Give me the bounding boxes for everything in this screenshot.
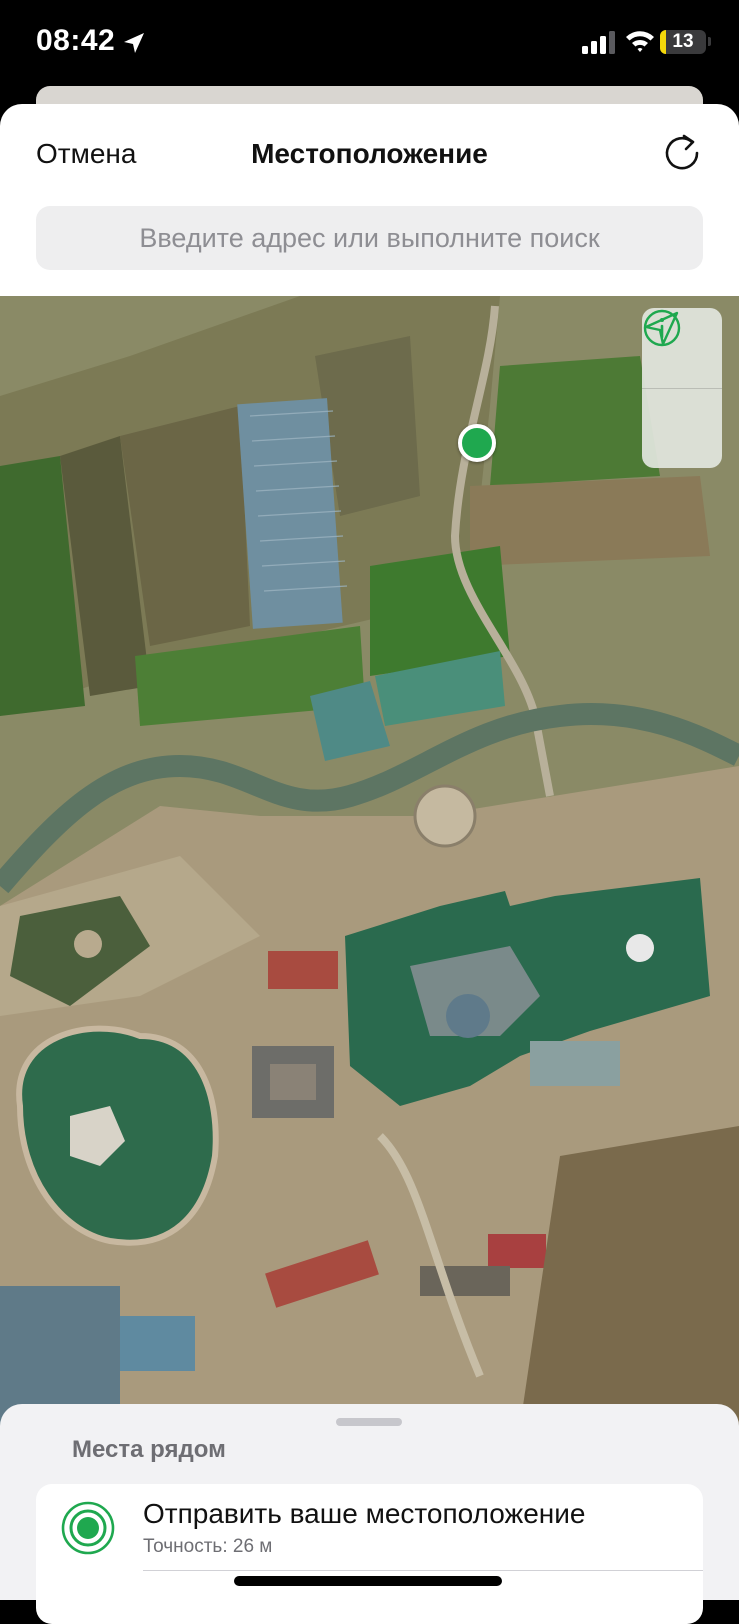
search-input[interactable]: Введите адрес или выполните поиск bbox=[36, 206, 703, 270]
status-bar: 08:42 13 bbox=[0, 0, 739, 88]
battery-percent: 13 bbox=[672, 31, 694, 52]
nearby-title: Места рядом bbox=[72, 1436, 226, 1463]
nearby-panel: Места рядом Отправить ваше местоположени… bbox=[0, 1404, 739, 1624]
location-arrow-icon bbox=[124, 33, 144, 53]
page-title: Местоположение bbox=[251, 138, 488, 169]
row-divider bbox=[143, 1570, 703, 1571]
search-placeholder: Введите адрес или выполните поиск bbox=[139, 223, 600, 253]
sheet-grabber[interactable] bbox=[336, 1418, 402, 1426]
status-time: 08:42 bbox=[36, 24, 116, 57]
refresh-icon[interactable] bbox=[662, 132, 704, 174]
satellite-imagery bbox=[0, 296, 739, 1426]
battery-icon: 13 bbox=[660, 30, 706, 54]
send-location-row[interactable]: Отправить ваше местоположение Точность: … bbox=[36, 1484, 703, 1624]
location-pin[interactable] bbox=[458, 424, 496, 462]
wifi-icon bbox=[626, 31, 654, 52]
navigation-arrow-icon[interactable] bbox=[642, 308, 682, 348]
home-indicator[interactable] bbox=[234, 1576, 502, 1586]
send-location-label: Отправить ваше местоположение bbox=[143, 1498, 586, 1529]
cellular-signal-icon bbox=[582, 31, 615, 54]
map-controls bbox=[642, 308, 722, 468]
battery-cap bbox=[708, 37, 711, 46]
location-sheet: Отмена Местоположение Введите адрес или … bbox=[0, 104, 739, 1600]
satellite-map[interactable] bbox=[0, 296, 739, 1426]
controls-divider bbox=[642, 388, 722, 389]
radio-selected-icon bbox=[61, 1501, 115, 1555]
accuracy-text: Точность: 26 м bbox=[143, 1536, 273, 1557]
